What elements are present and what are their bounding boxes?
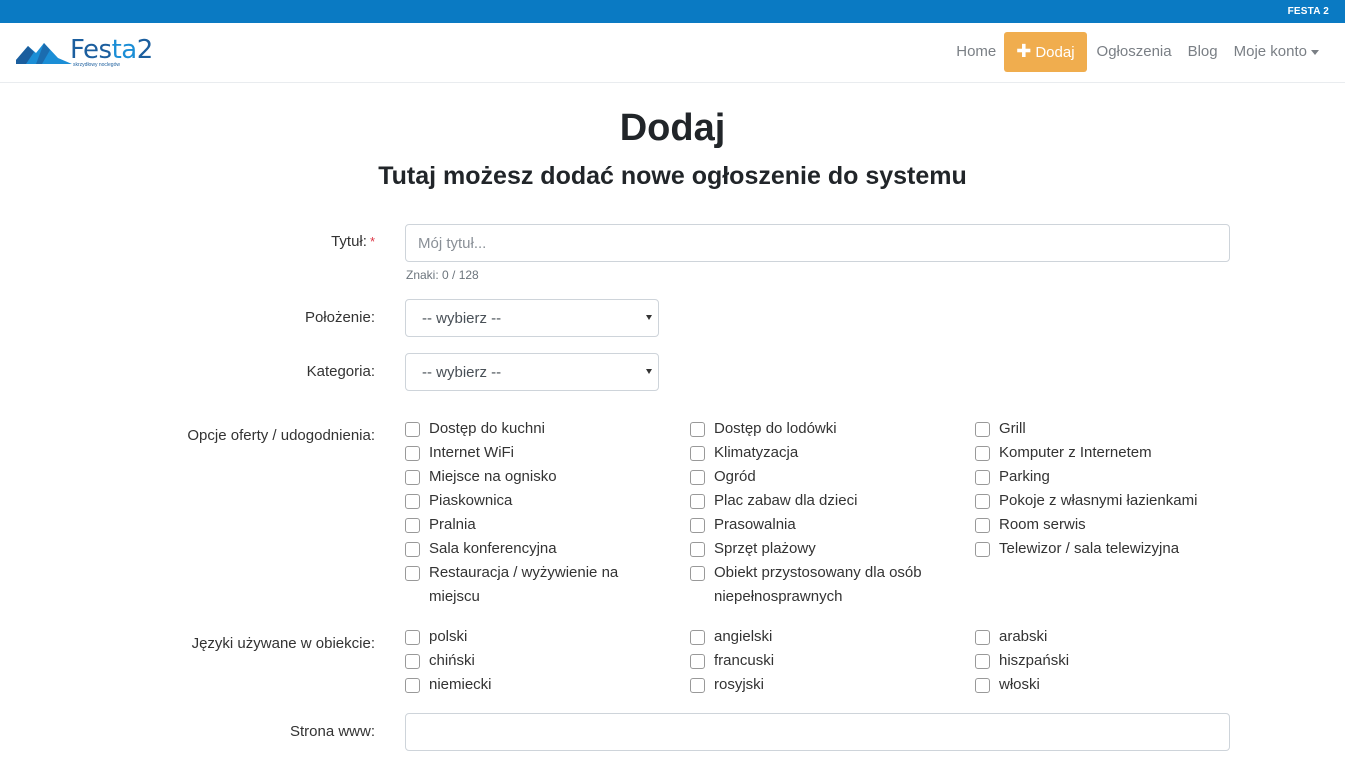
checkbox[interactable] — [690, 630, 705, 645]
option-checkbox[interactable]: Pokoje z własnymi łazienkami — [975, 489, 1235, 513]
checkbox[interactable] — [690, 518, 705, 533]
checkbox[interactable] — [975, 470, 990, 485]
checkbox[interactable] — [690, 470, 705, 485]
checkbox[interactable] — [405, 630, 420, 645]
languages-label: Języki używane w obiekcie: — [191, 635, 375, 652]
checkbox[interactable] — [405, 494, 420, 509]
option-checkbox[interactable]: Internet WiFi — [405, 441, 665, 465]
checkbox[interactable] — [690, 422, 705, 437]
option-checkbox[interactable]: Pralnia — [405, 513, 665, 537]
option-checkbox[interactable]: Parking — [975, 465, 1235, 489]
checkbox[interactable] — [405, 422, 420, 437]
location-select[interactable]: -- wybierz -- — [405, 299, 659, 337]
language-checkbox[interactable]: francuski — [690, 649, 950, 673]
nav-account-dropdown[interactable]: Moje konto — [1226, 33, 1327, 71]
option-checkbox[interactable]: Plac zabaw dla dzieci — [690, 489, 950, 513]
checkbox[interactable] — [405, 542, 420, 557]
website-input[interactable] — [405, 713, 1230, 751]
checkbox[interactable] — [690, 654, 705, 669]
checkbox[interactable] — [975, 542, 990, 557]
language-checkbox[interactable]: hiszpański — [975, 649, 1235, 673]
nav-listings[interactable]: Ogłoszenia — [1089, 33, 1180, 71]
checkbox[interactable] — [975, 654, 990, 669]
checkbox[interactable] — [975, 494, 990, 509]
category-select-value: -- wybierz -- — [422, 364, 502, 381]
location-select-value: -- wybierz -- — [422, 310, 502, 327]
option-checkbox[interactable]: Prasowalnia — [690, 513, 950, 537]
nav-account-label: Moje konto — [1233, 43, 1307, 60]
option-checkbox[interactable]: Piaskownica — [405, 489, 665, 513]
checkbox[interactable] — [405, 470, 420, 485]
option-checkbox[interactable]: Dostęp do kuchni — [405, 417, 665, 441]
required-mark: * — [369, 234, 375, 249]
caret-down-icon — [1311, 49, 1319, 55]
option-checkbox[interactable]: Sprzęt plażowy — [690, 537, 950, 561]
top-bar: FESTA 2 — [0, 0, 1345, 23]
language-checkbox[interactable]: włoski — [975, 673, 1235, 697]
checkbox[interactable] — [975, 678, 990, 693]
checkbox[interactable] — [975, 518, 990, 533]
title-label: Tytuł: * — [331, 233, 375, 250]
logo[interactable]: Festa2 skrzydłowy noclegów — [16, 35, 153, 71]
language-checkbox[interactable]: rosyjski — [690, 673, 950, 697]
option-checkbox[interactable]: Room serwis — [975, 513, 1235, 537]
option-checkbox[interactable]: Komputer z Internetem — [975, 441, 1235, 465]
main-nav: Home ✚ Dodaj Ogłoszenia Blog Moje konto — [948, 32, 1327, 72]
option-checkbox[interactable]: Miejsce na ognisko — [405, 465, 665, 489]
title-char-counter: Znaki: 0 / 128 — [406, 268, 479, 282]
logo-brand: Festa2 — [70, 35, 153, 65]
mountain-logo-icon — [16, 43, 72, 64]
option-checkbox[interactable]: Klimatyzacja — [690, 441, 950, 465]
plus-icon: ✚ — [1016, 41, 1032, 61]
option-checkbox[interactable]: Obiekt przystosowany dla osób niepełnosp… — [690, 561, 950, 609]
language-checkbox[interactable]: polski — [405, 625, 665, 649]
option-checkbox[interactable]: Ogród — [690, 465, 950, 489]
website-label: Strona www: — [289, 723, 375, 740]
nav-blog[interactable]: Blog — [1180, 33, 1226, 71]
language-checkbox[interactable]: niemiecki — [405, 673, 665, 697]
language-checkbox[interactable]: angielski — [690, 625, 950, 649]
nav-add-label: Dodaj — [1035, 44, 1075, 61]
nav-home[interactable]: Home — [948, 33, 1004, 71]
category-select[interactable]: -- wybierz -- — [405, 353, 659, 391]
checkbox[interactable] — [405, 518, 420, 533]
language-checkbox[interactable]: arabski — [975, 625, 1235, 649]
checkbox[interactable] — [405, 654, 420, 669]
checkbox[interactable] — [405, 566, 420, 581]
page-title: Dodaj — [619, 107, 726, 149]
select-arrow-icon — [646, 315, 652, 320]
category-label: Kategoria: — [306, 363, 375, 380]
nav-add-button[interactable]: ✚ Dodaj — [1004, 32, 1087, 72]
options-label: Opcje oferty / udogodnienia: — [187, 427, 375, 444]
option-checkbox[interactable]: Restauracja / wyżywienie na miejscu — [405, 561, 665, 609]
checkbox[interactable] — [690, 446, 705, 461]
checkbox[interactable] — [975, 630, 990, 645]
checkbox[interactable] — [405, 678, 420, 693]
language-checkbox[interactable]: chiński — [405, 649, 665, 673]
option-checkbox[interactable]: Grill — [975, 417, 1235, 441]
checkbox[interactable] — [975, 422, 990, 437]
checkbox[interactable] — [690, 494, 705, 509]
checkbox[interactable] — [405, 446, 420, 461]
checkbox[interactable] — [690, 678, 705, 693]
location-label: Położenie: — [304, 309, 375, 326]
option-checkbox[interactable]: Dostęp do lodówki — [690, 417, 950, 441]
navbar: Festa2 skrzydłowy noclegów Home ✚ Dodaj O… — [0, 23, 1345, 83]
title-input[interactable] — [405, 224, 1230, 262]
select-arrow-icon — [646, 369, 652, 374]
option-checkbox[interactable]: Sala konferencyjna — [405, 537, 665, 561]
checkbox[interactable] — [690, 542, 705, 557]
option-checkbox[interactable]: Telewizor / sala telewizyjna — [975, 537, 1235, 561]
checkbox[interactable] — [690, 566, 705, 581]
top-bar-label: FESTA 2 — [1287, 6, 1329, 17]
page-subtitle: Tutaj możesz dodać nowe ogłoszenie do sy… — [378, 162, 967, 190]
logo-tagline: skrzydłowy noclegów — [73, 62, 120, 68]
checkbox[interactable] — [975, 446, 990, 461]
